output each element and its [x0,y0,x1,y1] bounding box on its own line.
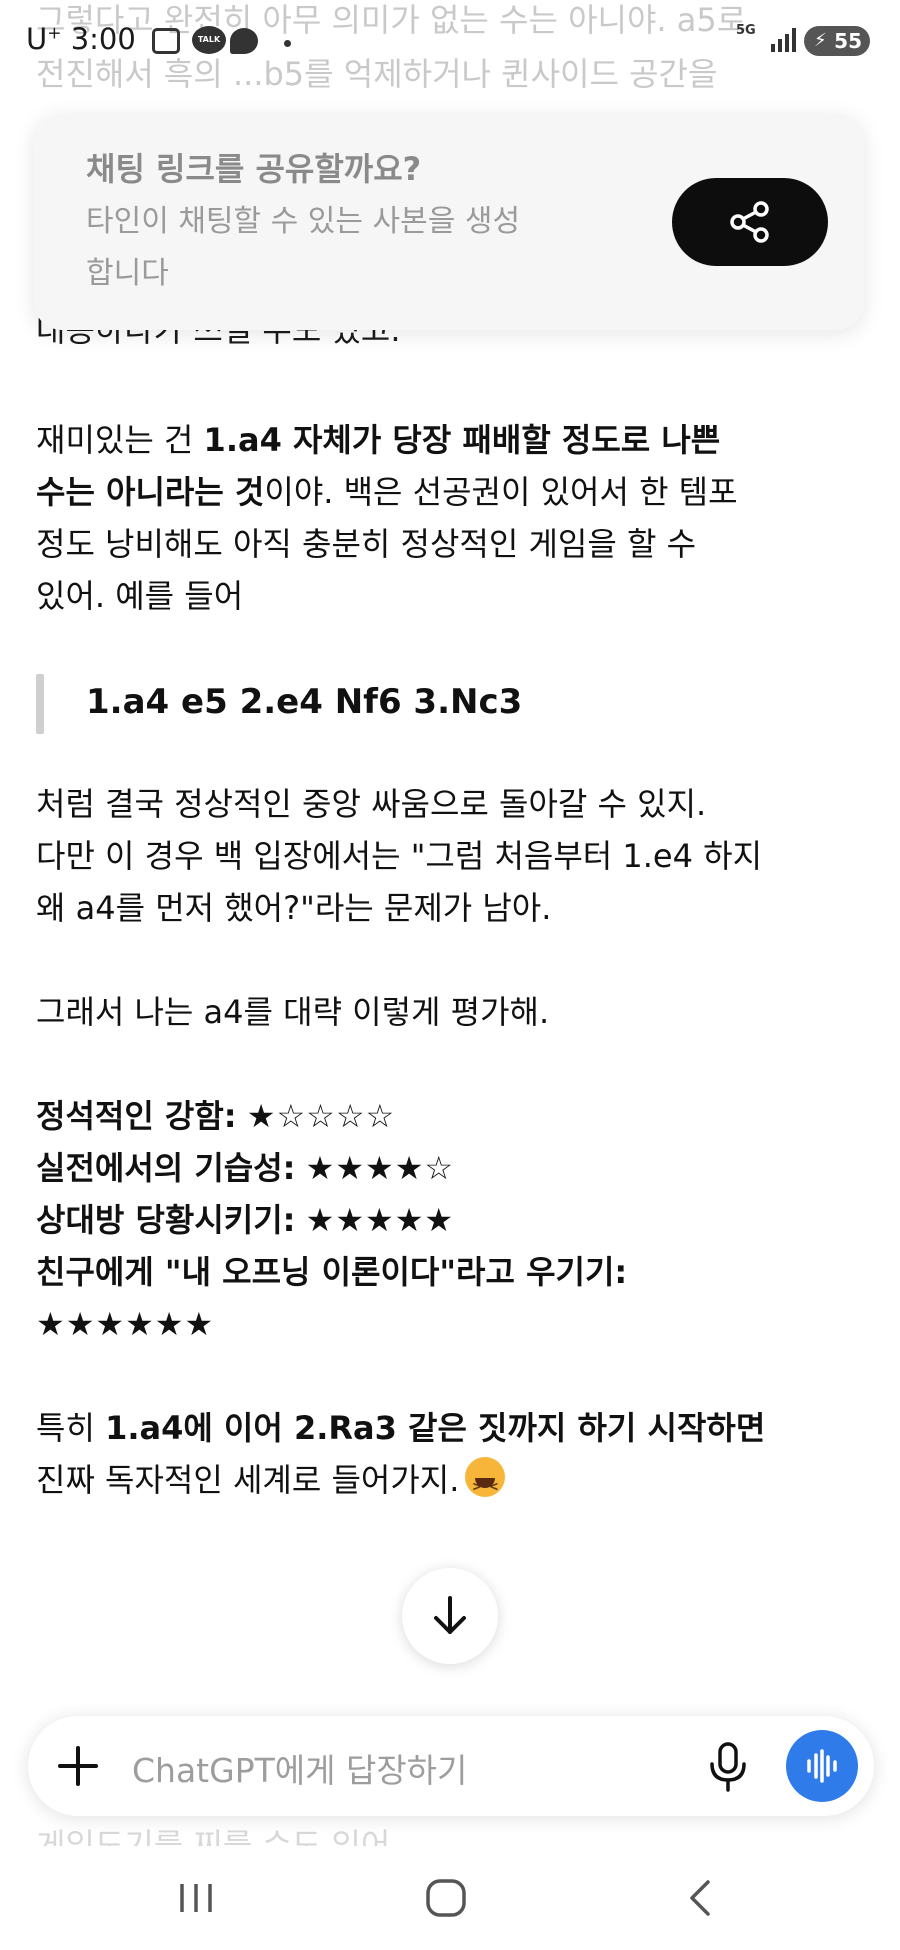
assistant-message: 재미있는 건 1.a4 자체가 당장 패배할 정도로 나쁜 수는 아니라는 것이… [36,414,866,1558]
laughing-emoji-icon [465,1457,506,1513]
share-button[interactable] [672,178,828,266]
rating-row: 상대방 당황시키기: ★★★★★ [36,1194,866,1246]
waveform-icon [807,1749,837,1783]
carrier-sup: + [47,23,62,44]
microphone-icon[interactable] [700,1738,756,1794]
message-paragraph: 재미있는 건 1.a4 자체가 당장 패배할 정도로 나쁜 수는 아니라는 것이… [36,414,866,622]
network-type-icon: 5G [736,23,756,38]
message-paragraph: 특히 1.a4에 이어 2.Ra3 같은 짓까지 하기 시작하면 진짜 독자적인… [36,1402,866,1513]
gallery-icon [152,28,180,54]
voice-mode-button[interactable] [786,1730,858,1802]
arrow-down-icon [434,1596,466,1634]
battery-icon: ⚡ 55 [804,26,870,56]
status-time: U+ 3:00 [26,22,136,56]
rating-label: 실전에서의 기습성: [36,1149,296,1187]
text-line: 그래서 나는 a4를 대략 이렇게 평가해. [36,993,550,1031]
quote-bar [36,674,44,734]
quote-text: 1.a4 e5 2.e4 Nf6 3.Nc3 [86,682,523,722]
text-span: 이야. 백은 선공권이 있어서 한 템포 [264,473,738,511]
rating-label: 상대방 당황시키기: [36,1201,296,1239]
status-bar: U+ 3:00 TALK 5G ⚡ 55 [0,0,900,80]
back-icon[interactable] [684,1878,716,1918]
bold-text: 1.a4 자체가 당장 패배할 정도로 나쁜 [203,421,721,459]
home-icon[interactable] [424,1878,468,1918]
star-rating: ★★★★★ [305,1201,455,1239]
text-line: 처럼 결국 정상적인 중앙 싸움으로 돌아갈 수 있지. [36,785,707,823]
scroll-to-bottom-button[interactable] [402,1568,498,1664]
carrier: U [26,22,48,56]
text-line: 왜 a4를 먼저 했어?"라는 문제가 남아. [36,889,552,927]
battery-level: 55 [834,29,862,53]
rating-row: 친구에게 "내 오프닝 이론이다"라고 우기기: [36,1246,866,1298]
star-rating: ★☆☆☆☆ [246,1097,396,1135]
star-rating: ★★★★★★ [36,1305,215,1343]
share-banner-title: 채팅 링크를 공유할까요? [86,150,422,188]
star-rating: ★★★★☆ [305,1149,455,1187]
plus-icon[interactable] [54,1742,102,1790]
bold-text: 수는 아니라는 것 [36,473,265,511]
share-banner-description: 타인이 채팅할 수 있는 사본을 생성합니다 [86,204,521,291]
rating-row: 정석적인 강함: ★☆☆☆☆ [36,1090,866,1142]
reply-composer[interactable]: ChatGPT에게 답장하기 [28,1716,874,1816]
blockquote-move-sequence: 1.a4 e5 2.e4 Nf6 3.Nc3 [36,674,866,734]
reply-input[interactable]: ChatGPT에게 답장하기 [132,1744,467,1792]
text-span: 재미있는 건 [36,421,204,459]
system-navigation-bar [0,1846,900,1950]
share-icon [730,201,769,243]
rating-label: 친구에게 "내 오프닝 이론이다"라고 우기기: [36,1253,628,1291]
rating-row: 실전에서의 기습성: ★★★★☆ [36,1142,866,1194]
rating-label: 정석적인 강함: [36,1097,237,1135]
kakaotalk-icon: TALK [192,26,226,54]
text-span: 진짜 독자적인 세계로 들어가지. [36,1461,460,1499]
text-line: 있어. 예를 들어 [36,577,244,615]
bold-text: 1.a4에 이어 2.Ra3 같은 짓까지 하기 시작하면 [105,1409,766,1447]
text-line: 다만 이 경우 백 입장에서는 "그럼 처음부터 1.e4 하지 [36,837,763,875]
share-chat-banner[interactable]: 채팅 링크를 공유할까요? 타인이 채팅할 수 있는 사본을 생성합니다 [34,114,864,330]
text-line: 정도 낭비해도 아직 충분히 정상적인 게임을 할 수 [36,525,697,563]
rating-list: 정석적인 강함: ★☆☆☆☆ 실전에서의 기습성: ★★★★☆ 상대방 당황시키… [36,1090,866,1350]
text-span: 특히 [36,1409,106,1447]
clock: 3:00 [70,22,136,56]
more-notifications-dot-icon [284,40,291,47]
rating-row: ★★★★★★ [36,1298,866,1350]
message-paragraph: 처럼 결국 정상적인 중앙 싸움으로 돌아갈 수 있지. 다만 이 경우 백 입… [36,778,866,934]
charging-icon: ⚡ [814,30,827,51]
recent-apps-icon[interactable] [176,1880,216,1916]
signal-icon [771,28,796,52]
chat-bubble-icon [230,28,258,54]
message-paragraph: 그래서 나는 a4를 대략 이렇게 평가해. [36,986,866,1038]
